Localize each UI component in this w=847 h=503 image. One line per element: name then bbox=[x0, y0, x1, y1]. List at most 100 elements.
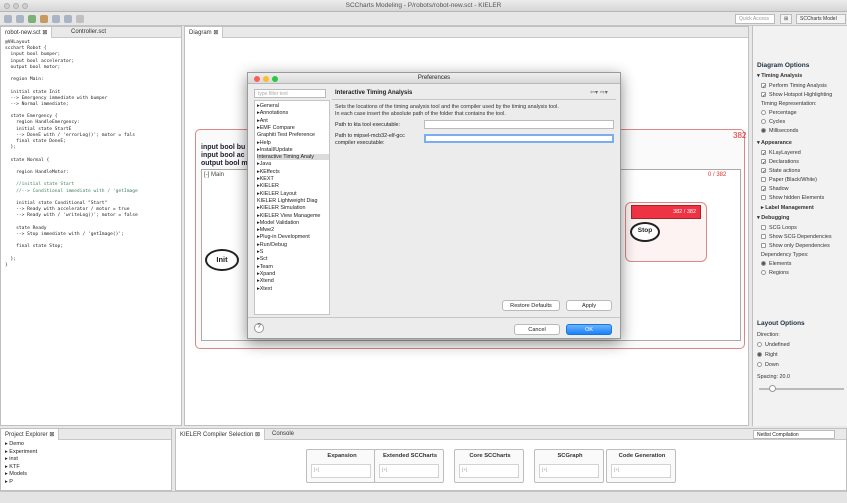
regions-radio[interactable]: Regions bbox=[761, 270, 789, 276]
declarations-checkbox[interactable]: ✓ Declarations bbox=[761, 159, 799, 166]
region-main-label[interactable]: [-] Main bbox=[204, 172, 224, 178]
tree-item[interactable]: ▸KIELER Simulation bbox=[257, 205, 306, 211]
timing-section[interactable]: ▾ Timing Analysis bbox=[757, 73, 802, 79]
project-item[interactable]: ▸ Demo bbox=[5, 441, 37, 449]
search-tool-icon[interactable] bbox=[52, 15, 60, 23]
save-icon[interactable] bbox=[16, 15, 24, 23]
shadow-checkbox[interactable]: ✓ Shadow bbox=[761, 186, 788, 193]
state-init[interactable]: Init bbox=[205, 249, 239, 271]
restore-defaults-button[interactable]: Restore Defaults bbox=[502, 300, 560, 311]
stage-expand[interactable]: [+] bbox=[459, 464, 519, 478]
label-management-section[interactable]: ▸ Label Management bbox=[761, 205, 814, 211]
tree-item[interactable]: ▸Install/Update bbox=[257, 147, 293, 153]
tree-item[interactable]: ▸KIELER bbox=[257, 183, 279, 189]
stage-core-sccharts[interactable]: Core SCCharts [+] bbox=[454, 449, 524, 483]
ok-button[interactable]: OK bbox=[566, 324, 612, 335]
stage-scgraph[interactable]: SCGraph [+] bbox=[534, 449, 604, 483]
help-icon[interactable]: ? bbox=[254, 323, 264, 333]
new-icon[interactable] bbox=[4, 15, 12, 23]
tree-item[interactable]: ▸Sct bbox=[257, 256, 268, 262]
project-item[interactable]: ▸ Models bbox=[5, 471, 37, 479]
stage-expand[interactable]: [+] bbox=[611, 464, 671, 478]
tab-project-explorer[interactable]: Project Explorer ⊠ bbox=[1, 429, 60, 440]
forward-icon[interactable] bbox=[64, 15, 72, 23]
tree-item[interactable]: ▸Model Validation bbox=[257, 220, 299, 226]
stage-expand[interactable]: [+] bbox=[539, 464, 599, 478]
milliseconds-radio[interactable]: Milliseconds bbox=[761, 128, 798, 134]
filter-input[interactable]: type filter text bbox=[254, 89, 326, 98]
gcc-path-input[interactable] bbox=[424, 134, 614, 143]
tree-item[interactable]: ▸Xpand bbox=[257, 271, 275, 277]
perspective-switch-button[interactable]: ⊞ bbox=[780, 14, 793, 24]
hidden-elements-checkbox[interactable]: Show hidden Elements bbox=[761, 195, 824, 201]
dialog-minimize-button[interactable] bbox=[263, 76, 269, 82]
stage-expansion[interactable]: Expansion [+] bbox=[306, 449, 376, 483]
percentage-radio[interactable]: Percentage bbox=[761, 110, 797, 116]
debug-icon[interactable] bbox=[40, 15, 48, 23]
state-stop[interactable]: Stop bbox=[630, 222, 660, 242]
kta-path-input[interactable] bbox=[424, 120, 614, 129]
quick-access-input[interactable]: Quick Access bbox=[735, 14, 775, 24]
hotspot-checkbox[interactable]: ✓ Show Hotspot Highlighting bbox=[761, 92, 832, 99]
tree-item[interactable]: Interactive Timing Analy bbox=[257, 154, 329, 161]
dialog-close-button[interactable] bbox=[254, 76, 260, 82]
tree-item[interactable]: ▸Plug-in Development bbox=[257, 234, 310, 240]
code-editor[interactable]: @VHLayout scchart Robot { input bool bump… bbox=[1, 38, 181, 428]
elements-radio[interactable]: Elements bbox=[761, 261, 791, 267]
tree-item[interactable]: ▸Java bbox=[257, 161, 271, 167]
tree-item[interactable]: ▸KIELER View Manageme bbox=[257, 213, 320, 219]
project-item[interactable]: ▸ inst bbox=[5, 456, 37, 464]
tab-console[interactable]: Console bbox=[268, 429, 298, 440]
tab-controller[interactable]: Controller.sct bbox=[67, 27, 110, 38]
down-radio[interactable]: Down bbox=[757, 362, 779, 368]
state-actions-checkbox[interactable]: ✓ State actions bbox=[761, 168, 800, 175]
tree-item[interactable]: ▸Team bbox=[257, 264, 273, 270]
tab-diagram[interactable]: Diagram ⊠ bbox=[185, 27, 224, 38]
project-list[interactable]: ▸ Demo ▸ Experiment ▸ inst ▸ KTF ▸ Models ▸ P bbox=[5, 441, 37, 486]
cancel-button[interactable]: Cancel bbox=[514, 324, 560, 335]
tree-item[interactable]: ▸Annotations bbox=[257, 110, 288, 116]
tree-item[interactable]: ▸General bbox=[257, 103, 279, 109]
netlist-compilation-select[interactable]: Netlist Compilation bbox=[753, 430, 835, 439]
project-item[interactable]: ▸ P bbox=[5, 479, 37, 487]
run-icon[interactable] bbox=[28, 15, 36, 23]
perform-timing-checkbox[interactable]: ✓ Perform Timing Analysis bbox=[761, 83, 827, 90]
tab-robot-new[interactable]: robot-new.sct ⊠ bbox=[1, 27, 53, 38]
only-dependencies-checkbox[interactable]: Show only Dependencies bbox=[761, 243, 830, 249]
spacing-slider-handle[interactable] bbox=[769, 385, 776, 392]
right-radio[interactable]: Right bbox=[757, 352, 778, 358]
stage-extended-sccharts[interactable]: Extended SCCharts [+] bbox=[374, 449, 444, 483]
scg-loops-checkbox[interactable]: SCG Loops bbox=[761, 225, 797, 231]
tree-item[interactable]: KIELER Lightweight Diag bbox=[257, 198, 318, 204]
tree-item[interactable]: ▸Ant bbox=[257, 118, 268, 124]
tree-item[interactable]: ▸Help bbox=[257, 140, 271, 146]
paper-checkbox[interactable]: Paper (Black/White) bbox=[761, 177, 817, 183]
stage-code-generation[interactable]: Code Generation [+] bbox=[606, 449, 676, 483]
stage-expand[interactable]: [+] bbox=[311, 464, 371, 478]
tree-item[interactable]: ▸Xtend bbox=[257, 278, 274, 284]
project-item[interactable]: ▸ Experiment bbox=[5, 449, 37, 457]
project-item[interactable]: ▸ KTF bbox=[5, 464, 37, 472]
undefined-radio[interactable]: Undefined bbox=[757, 342, 790, 348]
appearance-section[interactable]: ▾ Appearance bbox=[757, 140, 792, 146]
tab-compiler-selection[interactable]: KIELER Compiler Selection ⊠ bbox=[176, 429, 266, 440]
apply-button[interactable]: Apply bbox=[566, 300, 612, 311]
debugging-section[interactable]: ▾ Debugging bbox=[757, 215, 789, 221]
tree-item[interactable]: ▸KEXT bbox=[257, 176, 274, 182]
klay-checkbox[interactable]: ✓ KLayLayered bbox=[761, 150, 801, 157]
perspective-sccharts-button[interactable]: SCCharts Model bbox=[796, 14, 846, 24]
tree-item[interactable]: ▸EMF Compare bbox=[257, 125, 295, 131]
preference-tree[interactable]: ▸General ▸Annotations ▸Ant ▸EMF Compare Gra… bbox=[254, 100, 330, 315]
tree-item[interactable]: ▸Mwe2 bbox=[257, 227, 274, 233]
stage-expand[interactable]: [+] bbox=[379, 464, 439, 478]
tree-item[interactable]: ▸KIELER Layout bbox=[257, 191, 297, 197]
tree-item[interactable]: ▸S bbox=[257, 249, 263, 255]
cycles-radio[interactable]: Cycles bbox=[761, 119, 785, 125]
tree-item[interactable]: ▸Run/Debug bbox=[257, 242, 287, 248]
tree-item[interactable]: ▸KEffects bbox=[257, 169, 280, 175]
back-icon[interactable] bbox=[76, 15, 84, 23]
dialog-zoom-button[interactable] bbox=[272, 76, 278, 82]
scg-dependencies-checkbox[interactable]: Show SCG Dependencies bbox=[761, 234, 832, 240]
tree-item[interactable]: ▸Xtext bbox=[257, 286, 272, 292]
nav-arrows-icon[interactable]: ⇦▾ ⇨▾ bbox=[590, 89, 608, 96]
